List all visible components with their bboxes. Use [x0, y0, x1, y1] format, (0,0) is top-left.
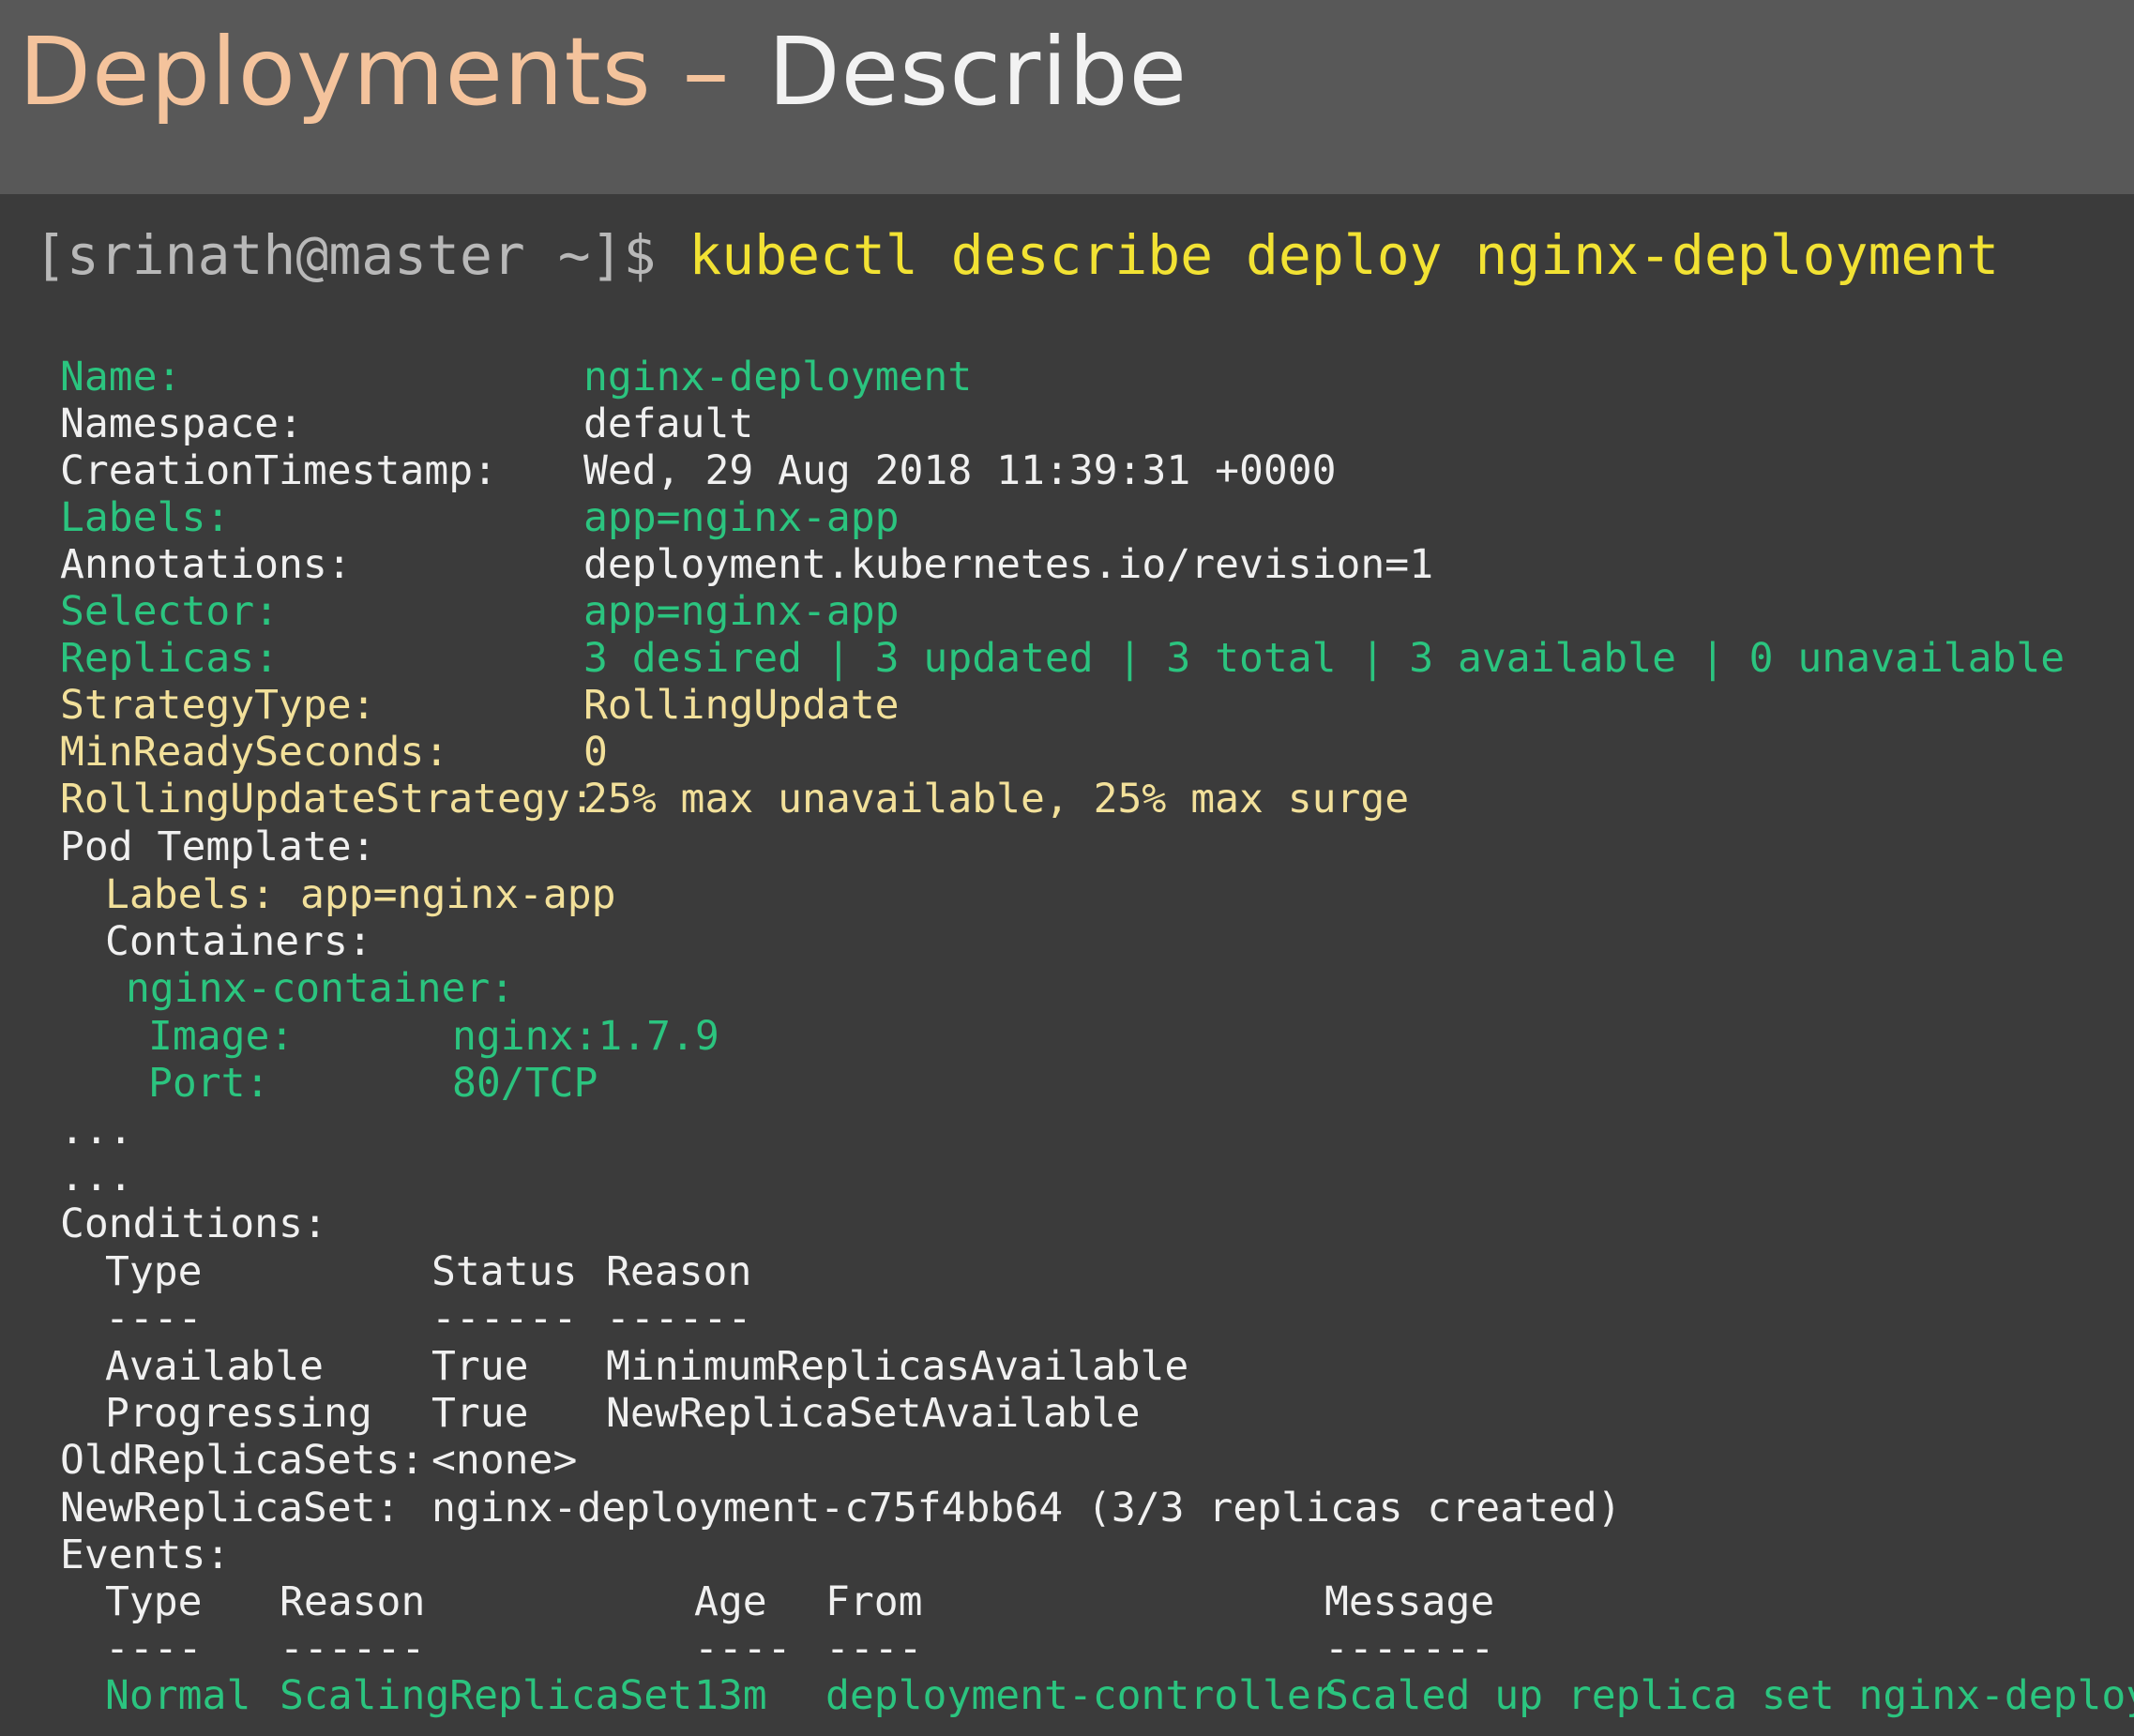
ellipsis-line: ...	[60, 1107, 133, 1154]
events-header-from: From	[825, 1578, 923, 1625]
events-dash: ----	[694, 1625, 792, 1672]
event-message: Scaled up replica set nginx-deployment	[1324, 1672, 2134, 1719]
new-replicaset-value: nginx-deployment-c75f4bb64 (3/3 replicas…	[431, 1485, 1622, 1532]
conditions-header-status: Status	[431, 1248, 578, 1295]
pod-template-heading: Pod Template:	[60, 823, 376, 870]
field-key: Name:	[60, 354, 182, 400]
field-value: app=nginx-app	[583, 588, 900, 635]
image-value: nginx:1.7.9	[452, 1013, 719, 1060]
event-from: deployment-controller	[825, 1672, 1336, 1719]
containers-heading: Containers:	[105, 918, 372, 965]
port-value: 80/TCP	[452, 1060, 598, 1107]
condition-type: Progressing	[105, 1390, 372, 1437]
events-header-reason: Reason	[280, 1578, 426, 1625]
terminal-output: [srinath@master ~]$ kubectl describe dep…	[0, 194, 2134, 1736]
condition-status: True	[431, 1343, 529, 1390]
events-dash: ----	[105, 1625, 203, 1672]
slide-title-part2: Describe	[767, 17, 1188, 127]
field-key: StrategyType:	[60, 682, 376, 729]
conditions-dash: ------	[606, 1295, 752, 1342]
event-age: 13m	[694, 1672, 767, 1719]
pod-template-labels-key: Labels:	[105, 871, 276, 918]
conditions-header-type: Type	[105, 1248, 203, 1295]
field-key: RollingUpdateStrategy:	[60, 776, 595, 823]
field-value: Wed, 29 Aug 2018 11:39:31 +0000	[583, 447, 1337, 494]
command-line: [srinath@master ~]$ kubectl describe dep…	[34, 222, 1999, 288]
conditions-heading: Conditions:	[60, 1200, 327, 1247]
events-header-age: Age	[694, 1578, 767, 1625]
event-type: Normal	[105, 1672, 251, 1719]
condition-reason: NewReplicaSetAvailable	[606, 1390, 1141, 1437]
conditions-dash: ----	[105, 1295, 203, 1342]
pod-template-labels-value: app=nginx-app	[300, 871, 616, 918]
ellipsis-line: ...	[60, 1154, 133, 1200]
slide-title-bar: Deployments – Describe	[0, 0, 2134, 194]
conditions-header-reason: Reason	[606, 1248, 752, 1295]
slide-title-part1: Deployments –	[19, 17, 731, 127]
field-value: RollingUpdate	[583, 682, 900, 729]
field-value: 3 desired | 3 updated | 3 total | 3 avai…	[583, 635, 2066, 682]
field-key: MinReadySeconds:	[60, 729, 449, 776]
container-name: nginx-container:	[126, 965, 515, 1012]
field-key: Namespace:	[60, 400, 303, 447]
field-value: default	[583, 400, 754, 447]
field-value: app=nginx-app	[583, 494, 900, 541]
image-key: Image:	[148, 1013, 295, 1060]
field-key: Annotations:	[60, 541, 352, 588]
old-replicasets-value: <none>	[431, 1437, 578, 1484]
slide-title: Deployments – Describe	[19, 17, 1188, 127]
conditions-dash: ------	[431, 1295, 578, 1342]
condition-type: Available	[105, 1343, 324, 1390]
events-heading: Events:	[60, 1532, 231, 1578]
field-value: 25% max unavailable, 25% max surge	[583, 776, 1410, 823]
events-dash: ------	[280, 1625, 426, 1672]
event-reason: ScalingReplicaSet	[280, 1672, 693, 1719]
port-key: Port:	[148, 1060, 270, 1107]
condition-reason: MinimumReplicasAvailable	[606, 1343, 1189, 1390]
old-replicasets-key: OldReplicaSets:	[60, 1437, 425, 1484]
field-value: 0	[583, 729, 608, 776]
field-row: Name:	[60, 354, 181, 400]
events-dash: -------	[1324, 1625, 1495, 1672]
new-replicaset-key: NewReplicaSet:	[60, 1485, 401, 1532]
field-key: Replicas:	[60, 635, 279, 682]
condition-status: True	[431, 1390, 529, 1437]
events-dash: ----	[825, 1625, 923, 1672]
shell-command: kubectl describe deploy nginx-deployment	[689, 223, 2000, 287]
events-header-type: Type	[105, 1578, 203, 1625]
field-value: deployment.kubernetes.io/revision=1	[583, 541, 1434, 588]
field-key: CreationTimestamp:	[60, 447, 497, 494]
field-key: Labels:	[60, 494, 231, 541]
field-key: Selector:	[60, 588, 279, 635]
shell-prompt: [srinath@master ~]$	[34, 223, 657, 287]
events-header-message: Message	[1324, 1578, 1495, 1625]
field-value: nginx-deployment	[583, 354, 973, 400]
